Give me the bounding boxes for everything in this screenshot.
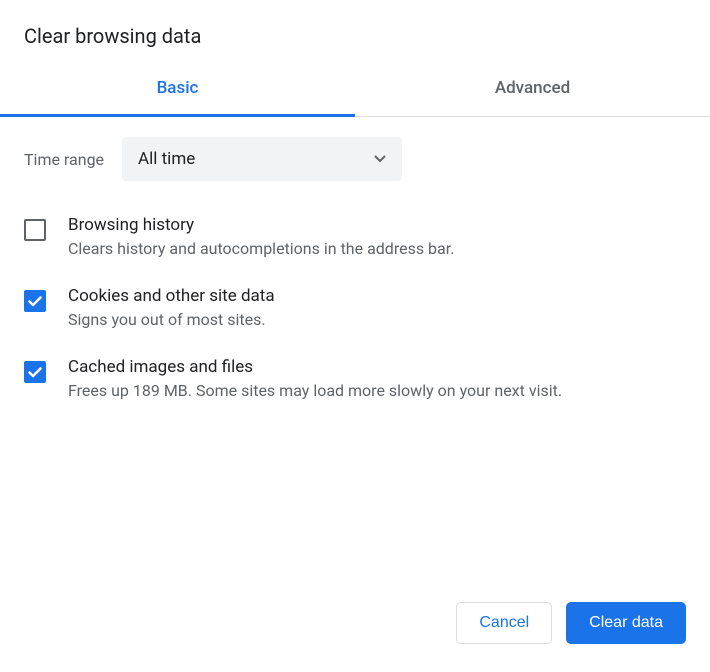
dialog-title: Clear browsing data (0, 0, 710, 64)
option-title: Cookies and other site data (68, 286, 275, 306)
checkbox-cookies[interactable] (24, 290, 46, 312)
cancel-button[interactable]: Cancel (456, 602, 552, 644)
time-range-select[interactable]: All time (122, 137, 402, 181)
time-range-value: All time (138, 149, 195, 169)
option-cookies: Cookies and other site data Signs you ou… (24, 272, 686, 343)
clear-data-button[interactable]: Clear data (566, 602, 686, 644)
dialog-footer: Cancel Clear data (456, 602, 686, 644)
option-text: Cached images and files Frees up 189 MB.… (68, 357, 562, 400)
tab-strip: Basic Advanced (0, 64, 710, 117)
option-text: Cookies and other site data Signs you ou… (68, 286, 275, 329)
option-title: Browsing history (68, 215, 454, 235)
tab-advanced[interactable]: Advanced (355, 64, 710, 116)
options-list: Browsing history Clears history and auto… (0, 191, 710, 414)
option-desc: Clears history and autocompletions in th… (68, 239, 454, 258)
time-range-label: Time range (24, 150, 104, 169)
option-title: Cached images and files (68, 357, 562, 377)
chevron-down-icon (374, 155, 386, 163)
tab-basic[interactable]: Basic (0, 64, 355, 116)
option-desc: Signs you out of most sites. (68, 310, 275, 329)
option-browsing-history: Browsing history Clears history and auto… (24, 201, 686, 272)
time-range-row: Time range All time (0, 117, 710, 191)
option-text: Browsing history Clears history and auto… (68, 215, 454, 258)
checkbox-browsing-history[interactable] (24, 219, 46, 241)
option-cached-files: Cached images and files Frees up 189 MB.… (24, 343, 686, 414)
option-desc: Frees up 189 MB. Some sites may load mor… (68, 381, 562, 400)
checkbox-cached-files[interactable] (24, 361, 46, 383)
